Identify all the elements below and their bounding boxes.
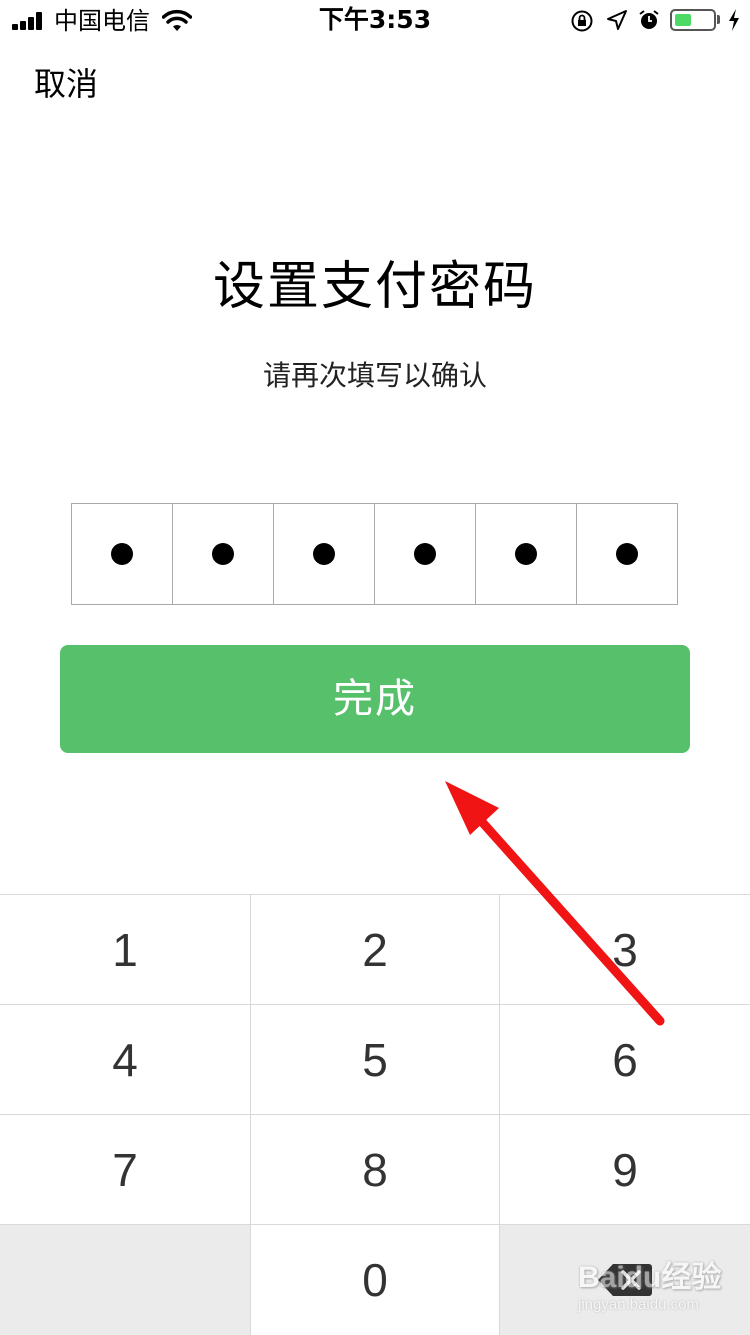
charging-icon	[729, 9, 739, 31]
keypad-divider	[0, 1004, 750, 1005]
key-9[interactable]: 9	[500, 1115, 750, 1225]
password-input[interactable]	[71, 503, 678, 605]
key-5[interactable]: 5	[251, 1005, 499, 1115]
cancel-button[interactable]: 取消	[34, 64, 98, 104]
rotation-lock-icon	[571, 10, 593, 32]
pin-cell	[274, 504, 375, 604]
keypad-divider	[499, 895, 500, 1335]
location-icon	[607, 10, 627, 30]
key-3[interactable]: 3	[500, 895, 750, 1005]
pin-dot	[414, 543, 436, 565]
keypad-divider	[0, 1224, 750, 1225]
baidu-watermark: Baidu经验 jingyan.baidu.com	[578, 1252, 748, 1322]
battery-icon	[670, 9, 716, 31]
key-6[interactable]: 6	[500, 1005, 750, 1115]
pin-dot	[515, 543, 537, 565]
keypad-divider	[250, 895, 251, 1335]
pin-cell	[72, 504, 173, 604]
pin-dot	[616, 543, 638, 565]
pin-cell	[375, 504, 476, 604]
pin-dot	[111, 543, 133, 565]
key-8[interactable]: 8	[251, 1115, 499, 1225]
watermark-logo-text: Baidu经验	[578, 1261, 722, 1294]
done-button[interactable]: 完成	[60, 645, 690, 753]
pin-cell	[173, 504, 274, 604]
battery-tip	[717, 15, 720, 24]
key-4[interactable]: 4	[0, 1005, 250, 1115]
keypad-divider	[0, 1114, 750, 1115]
page-subtitle: 请再次填写以确认	[262, 359, 487, 392]
status-bar: 中国电信 下午3:53	[0, 0, 750, 42]
key-empty	[0, 1225, 250, 1335]
key-1[interactable]: 1	[0, 895, 250, 1005]
key-0[interactable]: 0	[251, 1225, 499, 1335]
watermark-url: jingyan.baidu.com	[578, 1296, 699, 1313]
key-7[interactable]: 7	[0, 1115, 250, 1225]
pin-dot	[212, 543, 234, 565]
page-title: 设置支付密码	[212, 257, 537, 317]
key-2[interactable]: 2	[251, 895, 499, 1005]
alarm-icon	[639, 10, 659, 29]
pin-dot	[313, 543, 335, 565]
pin-cell	[577, 504, 677, 604]
pin-cell	[476, 504, 577, 604]
